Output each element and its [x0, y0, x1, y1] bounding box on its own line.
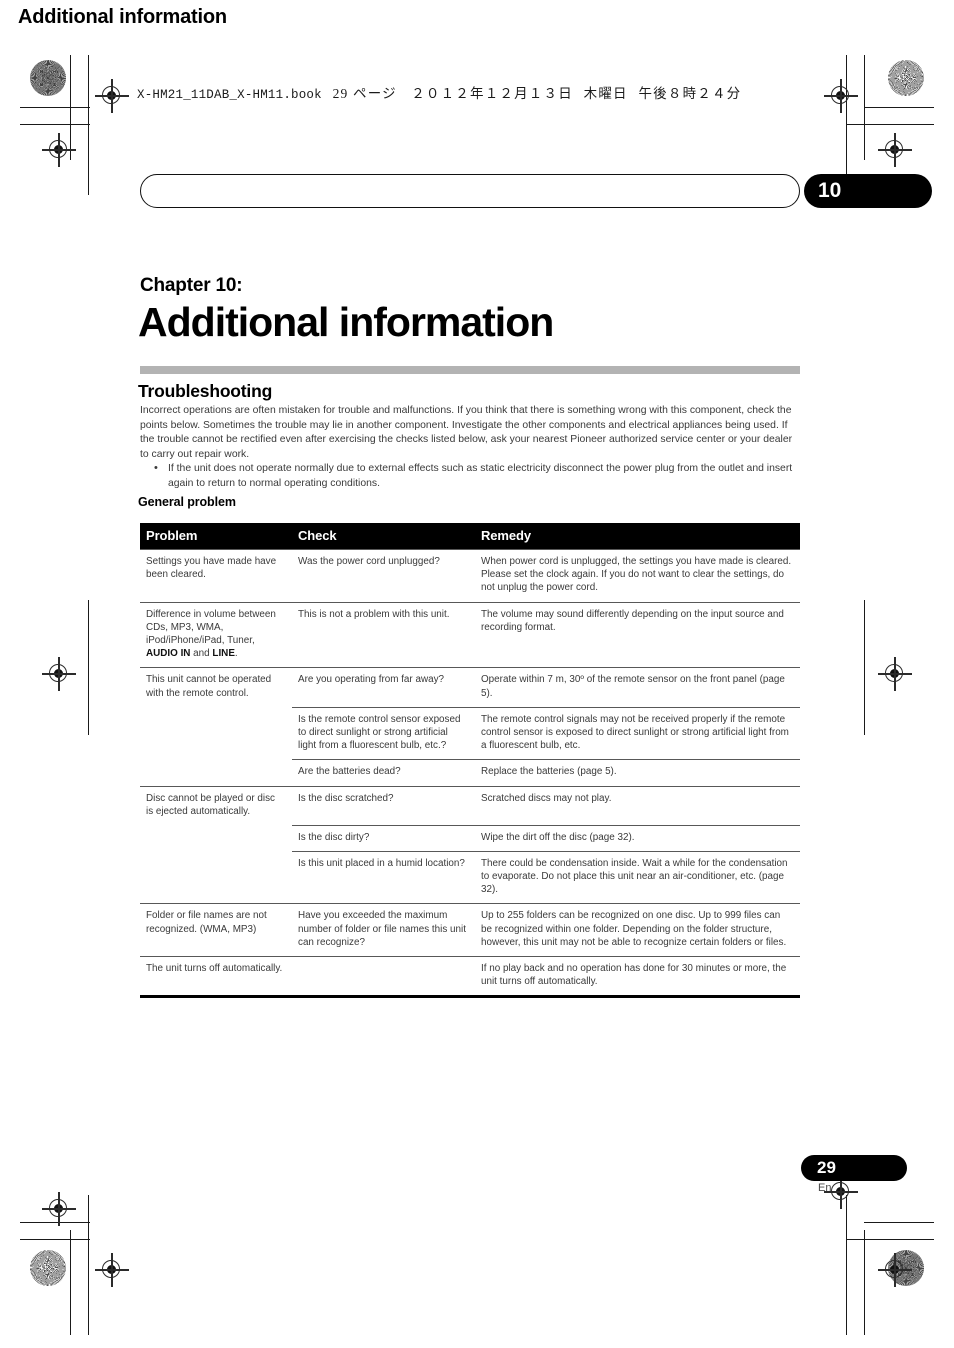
- crop-mark-line: [846, 124, 934, 126]
- table-body: Settings you have made have been cleared…: [140, 549, 800, 999]
- crop-mark-line: [20, 124, 90, 126]
- column-header-problem: Problem: [140, 523, 292, 550]
- table-row: The unit turns off automatically. If no p…: [140, 955, 800, 999]
- subsection-heading: General problem: [138, 495, 236, 509]
- cell-check: Is the remote control sensor exposed to …: [292, 706, 475, 760]
- table-row: Is the disc dirty? Wipe the dirt off the …: [140, 824, 800, 852]
- cell-problem: [140, 707, 292, 760]
- table-row: Settings you have made have been cleared…: [140, 549, 800, 603]
- registration-target: [42, 133, 76, 167]
- cell-check: Are you operating from far away?: [292, 667, 475, 708]
- cell-remedy: Up to 255 folders can be recognized on o…: [475, 903, 800, 957]
- page-language-code: En: [818, 1182, 832, 1194]
- crop-mark-line: [20, 107, 90, 109]
- section-bullet-list: If the unit does not operate normally du…: [150, 461, 800, 491]
- column-header-check: Check: [292, 523, 475, 550]
- registration-starburst: [30, 1250, 66, 1286]
- cell-problem: Difference in volume between CDs, MP3, W…: [140, 601, 292, 668]
- chapter-number-badge: 10: [804, 174, 932, 208]
- registration-target: [824, 79, 858, 113]
- source-file-weekday: 木曜日: [583, 86, 628, 101]
- cell-problem: [140, 825, 292, 851]
- source-file-name: X-HM21_11DAB_X-HM11.book: [137, 88, 322, 102]
- registration-starburst: [30, 60, 66, 96]
- cell-remedy: The remote control signals may not be re…: [475, 706, 800, 760]
- crop-mark-line: [864, 107, 934, 109]
- cell-remedy: When power cord is unplugged, the settin…: [475, 549, 800, 603]
- troubleshooting-table: Problem Check Remedy Settings you have m…: [140, 523, 800, 999]
- cell-remedy: Scratched discs may not play.: [475, 785, 800, 826]
- crop-mark-line: [88, 1195, 90, 1335]
- table-row: This unit cannot be operated with the re…: [140, 667, 800, 708]
- cell-check: Was the power cord unplugged?: [292, 549, 475, 603]
- section-heading: Troubleshooting: [138, 381, 273, 401]
- crop-mark-line: [846, 1195, 848, 1335]
- chapter-label: Chapter 10:: [140, 275, 243, 296]
- source-file-page: 29 ページ: [332, 86, 397, 101]
- crop-mark-line: [846, 1239, 934, 1241]
- source-file-time: 午後８時２４分: [638, 86, 742, 101]
- registration-target: [878, 1253, 912, 1287]
- section-divider: [140, 366, 800, 374]
- cell-check: Are the batteries dead?: [292, 759, 475, 787]
- registration-target: [95, 79, 129, 113]
- crop-mark-line: [864, 1222, 934, 1224]
- table-row: Disc cannot be played or disc is ejected…: [140, 785, 800, 826]
- cell-check: [292, 955, 475, 999]
- cell-problem: Disc cannot be played or disc is ejected…: [140, 785, 292, 826]
- registration-target: [42, 1192, 76, 1226]
- crop-mark-line: [864, 600, 866, 735]
- table-row: Difference in volume between CDs, MP3, W…: [140, 601, 800, 668]
- cell-problem: Folder or file names are not recognized.…: [140, 903, 292, 957]
- registration-target: [95, 1253, 129, 1287]
- page-number-text: 29: [817, 1158, 836, 1177]
- cell-problem: The unit turns off automatically.: [140, 955, 292, 999]
- cell-problem: Settings you have made have been cleared…: [140, 549, 292, 603]
- registration-target: [878, 133, 912, 167]
- table-row: Folder or file names are not recognized.…: [140, 903, 800, 957]
- page-title: Additional information: [138, 299, 554, 345]
- cell-check: This is not a problem with this unit.: [292, 601, 475, 668]
- crop-mark-line: [70, 1230, 72, 1335]
- chapter-number-text: 10: [818, 179, 842, 202]
- section-intro-paragraph: Incorrect operations are often mistaken …: [140, 405, 793, 460]
- table-header-row: Problem Check Remedy: [140, 523, 800, 550]
- crop-mark-line: [864, 1230, 866, 1335]
- cell-remedy: Operate within 7 m, 30º of the remote se…: [475, 667, 800, 708]
- page-number-badge: 29: [801, 1155, 907, 1181]
- cell-remedy: Replace the batteries (page 5).: [475, 759, 800, 787]
- running-head-title: Additional information: [18, 6, 227, 28]
- crop-mark-line: [20, 1239, 90, 1241]
- cell-problem: [140, 760, 292, 786]
- column-header-remedy: Remedy: [475, 523, 800, 550]
- table-row: Are the batteries dead? Replace the batte…: [140, 759, 800, 787]
- cell-check: Is the disc dirty?: [292, 824, 475, 852]
- cell-check: Is this unit placed in a humid location?: [292, 850, 475, 904]
- source-file-date: ２０１２年１２月１３日: [411, 86, 573, 101]
- cell-remedy: Wipe the dirt off the disc (page 32).: [475, 824, 800, 852]
- cell-remedy: The volume may sound differently dependi…: [475, 601, 800, 668]
- cell-check: Have you exceeded the maximum number of …: [292, 903, 475, 957]
- cell-problem: [140, 851, 292, 904]
- cell-remedy: If no play back and no operation has don…: [475, 955, 800, 999]
- cell-remedy: There could be condensation inside. Wait…: [475, 850, 800, 904]
- source-file-banner: X-HM21_11DAB_X-HM11.book 29 ページ ２０１２年１２月…: [137, 82, 741, 102]
- running-head-pill: [140, 174, 800, 208]
- cell-problem: This unit cannot be operated with the re…: [140, 667, 292, 708]
- registration-target: [878, 657, 912, 691]
- cell-check: Is the disc scratched?: [292, 785, 475, 826]
- registration-starburst: [888, 60, 924, 96]
- crop-mark-line: [88, 600, 90, 735]
- table-row: Is this unit placed in a humid location?…: [140, 850, 800, 904]
- table-row: Is the remote control sensor exposed to …: [140, 706, 800, 760]
- registration-target: [42, 657, 76, 691]
- list-item: If the unit does not operate normally du…: [150, 461, 800, 491]
